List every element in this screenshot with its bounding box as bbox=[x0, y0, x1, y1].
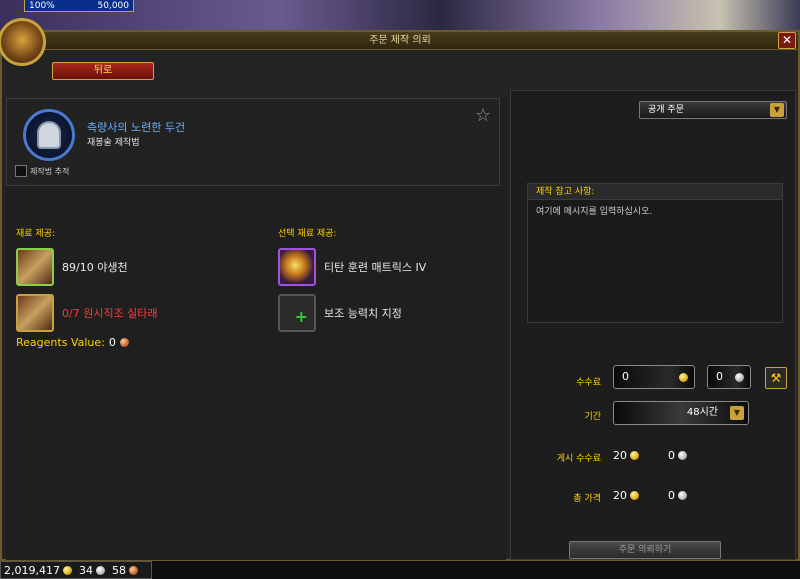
currency-display: 2,019,417 34 58 bbox=[0, 561, 152, 579]
gold-coin-icon bbox=[630, 491, 639, 500]
resource-value: 50,000 bbox=[97, 0, 130, 11]
plus-icon: + bbox=[294, 307, 308, 326]
bottom-bar: 2,019,417 34 58 bbox=[0, 561, 800, 579]
order-panel: 공개 주문 ▼ 제작 참고 사항: 여기에 메시지를 입력하십시오. 수수료 0… bbox=[510, 90, 796, 560]
posting-fee-label: 게시 수수료 bbox=[556, 454, 601, 464]
copper-coin-icon bbox=[128, 565, 138, 575]
favorite-star-icon[interactable]: ☆ bbox=[475, 105, 491, 126]
silver-coin-icon bbox=[95, 565, 105, 575]
window-title: 주문 제작 의뢰 bbox=[2, 32, 798, 50]
total-price-value: 20 0 bbox=[613, 489, 687, 502]
posting-fee-gold: 20 bbox=[613, 449, 627, 462]
reagent-count: 89/10 bbox=[62, 260, 94, 274]
note-box: 제작 참고 사항: 여기에 메시지를 입력하십시오. bbox=[527, 183, 783, 323]
empty-slot-icon: + bbox=[278, 294, 316, 332]
reagents-value-label: Reagents Value: bbox=[16, 336, 105, 349]
currency-silver: 34 bbox=[78, 563, 93, 577]
commission-gold-input[interactable]: 0 bbox=[613, 365, 695, 389]
chevron-down-icon: ▼ bbox=[730, 406, 744, 420]
optional-reagents-section-label: 선택 재료 제공: bbox=[278, 229, 337, 239]
commission-silver-value: 0 bbox=[716, 370, 723, 383]
copper-coin-icon bbox=[119, 338, 129, 347]
resource-bar: 100% 50,000 bbox=[24, 0, 134, 12]
matrix-icon bbox=[278, 248, 316, 286]
silver-coin-icon bbox=[735, 373, 744, 382]
crafting-order-window: 주문 제작 의뢰 ✕ 뒤로 측량사의 노련한 두건 재봉술 제작법 제작법 추적… bbox=[0, 18, 800, 561]
gold-coin-icon bbox=[630, 451, 639, 460]
track-recipe-checkbox[interactable] bbox=[15, 165, 27, 177]
track-recipe-label: 제작법 추적 bbox=[30, 166, 70, 176]
order-type-dropdown[interactable]: 공개 주문 ▼ bbox=[639, 101, 787, 119]
hammer-icon[interactable]: ⚒ bbox=[765, 367, 787, 389]
duration-value: 48시간 bbox=[686, 407, 718, 418]
game-world-background: 100% 50,000 bbox=[0, 0, 800, 30]
silver-coin-icon bbox=[678, 451, 687, 460]
reagent-slot[interactable]: 89/10 야생천 bbox=[16, 248, 128, 286]
reagents-value: Reagents Value: 0 bbox=[16, 336, 129, 349]
reagents-value-amount: 0 bbox=[108, 336, 116, 349]
thread-icon bbox=[16, 294, 54, 332]
total-gold: 20 bbox=[613, 489, 627, 502]
optional-reagent-slot[interactable]: 티탄 훈련 매트릭스 IV bbox=[278, 248, 434, 286]
optional-reagent-name: 티탄 훈련 매트릭스 IV bbox=[324, 260, 427, 274]
duration-label: 기간 bbox=[584, 412, 601, 422]
back-button[interactable]: 뒤로 bbox=[52, 62, 154, 80]
posting-fee-value: 20 0 bbox=[613, 449, 687, 462]
reagent-slot[interactable]: 0/7 원시직조 실타래 bbox=[16, 294, 182, 332]
currency-copper: 58 bbox=[111, 563, 126, 577]
reagent-name: 야생천 bbox=[97, 260, 128, 274]
recipe-name: 측량사의 노련한 두건 bbox=[87, 121, 186, 134]
note-input[interactable]: 여기에 메시지를 입력하십시오. bbox=[528, 200, 782, 221]
reagents-section-label: 재료 제공: bbox=[16, 229, 56, 239]
recipe-header: 측량사의 노련한 두건 재봉술 제작법 제작법 추적 ☆ bbox=[6, 98, 500, 186]
recipe-panel: 측량사의 노련한 두건 재봉술 제작법 제작법 추적 ☆ 재료 제공: 89/1… bbox=[6, 98, 506, 560]
cloth-icon bbox=[16, 248, 54, 286]
commission-label: 수수료 bbox=[576, 378, 601, 388]
commission-silver-input[interactable]: 0 bbox=[707, 365, 751, 389]
total-price-label: 총 가격 bbox=[573, 494, 601, 504]
optional-reagent-slot[interactable]: + 보조 능력치 지정 bbox=[278, 294, 402, 332]
chevron-down-icon: ▼ bbox=[770, 103, 784, 117]
currency-gold: 2,019,417 bbox=[4, 563, 60, 577]
submit-order-button[interactable]: 주문 의뢰하기 bbox=[569, 541, 721, 559]
reagent-name: 원시직조 실타래 bbox=[83, 306, 158, 320]
commission-gold-value: 0 bbox=[622, 370, 629, 383]
recipe-category: 재봉술 제작법 bbox=[87, 138, 140, 148]
duration-dropdown[interactable]: 48시간 ▼ bbox=[613, 401, 749, 425]
optional-reagent-name: 보조 능력치 지정 bbox=[324, 306, 402, 320]
track-recipe-toggle[interactable]: 제작법 추적 bbox=[15, 165, 69, 177]
reagent-count: 0/7 bbox=[62, 306, 80, 320]
gold-coin-icon bbox=[679, 373, 688, 382]
posting-fee-silver: 0 bbox=[668, 449, 675, 462]
close-button[interactable]: ✕ bbox=[778, 32, 796, 49]
resource-percent: 100% bbox=[29, 0, 55, 11]
note-header: 제작 참고 사항: bbox=[528, 184, 782, 200]
order-type-value: 공개 주문 bbox=[648, 105, 684, 115]
gold-coin-icon bbox=[62, 565, 72, 575]
player-portrait bbox=[0, 18, 46, 66]
total-silver: 0 bbox=[668, 489, 675, 502]
hood-icon bbox=[23, 109, 75, 161]
silver-coin-icon bbox=[678, 491, 687, 500]
